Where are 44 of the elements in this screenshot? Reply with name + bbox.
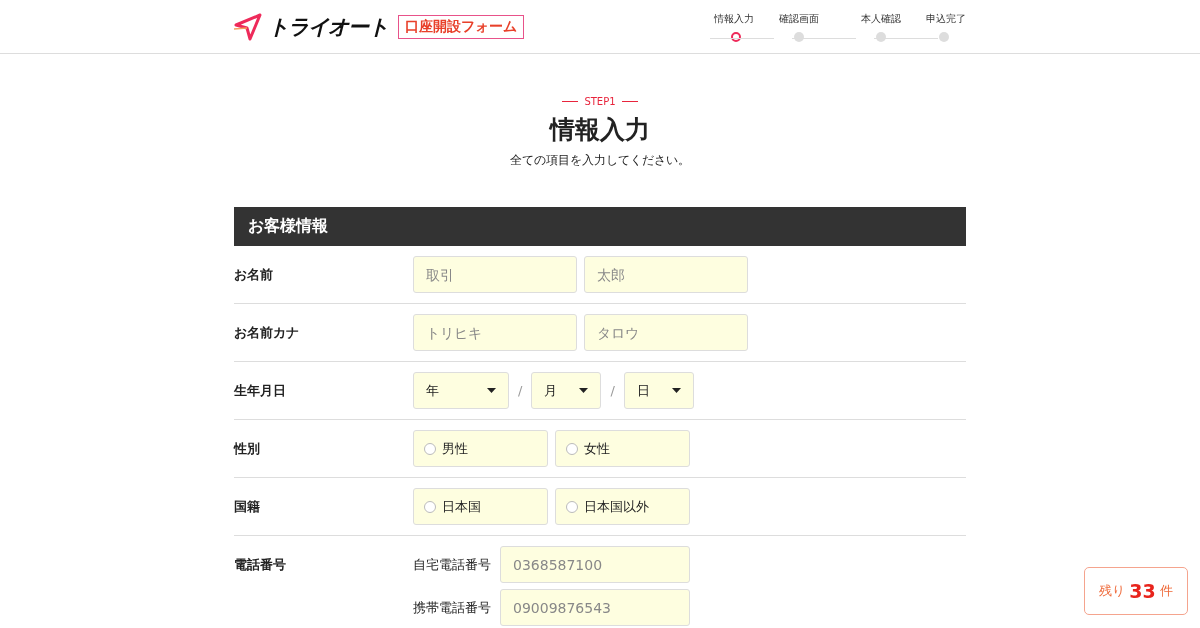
field-label: 自宅電話番号 — [413, 555, 492, 574]
phone-input-field[interactable]: 09009876543 — [500, 589, 690, 626]
caret-icon — [671, 388, 681, 393]
phone-input-field[interactable]: 0368587100 — [500, 546, 690, 583]
radio-option[interactable]: 女性 — [555, 430, 690, 467]
text-input-field[interactable]: 太郎 — [584, 256, 748, 293]
paper-plane-icon — [234, 12, 262, 41]
section-header: お客様情報 — [234, 207, 966, 246]
row-label: 性別 — [234, 440, 261, 458]
step-label: 情報入力 — [714, 11, 754, 26]
step-label: 確認画面 — [779, 11, 819, 26]
text-input-field[interactable]: トリヒキ — [413, 314, 577, 351]
radio-button[interactable] — [424, 442, 436, 455]
page-subtitle: 全ての項目を入力してください。 — [510, 152, 690, 169]
radio-button[interactable] — [424, 500, 436, 513]
step-label: 申込完了 — [926, 11, 966, 26]
radio-button[interactable] — [566, 500, 578, 513]
remaining-prefix: 残り — [1099, 582, 1126, 600]
text-input-field[interactable]: タロウ — [584, 314, 748, 351]
radio-button[interactable] — [566, 442, 578, 455]
row-label: 国籍 — [234, 498, 261, 516]
remaining-suffix: 件 — [1159, 582, 1173, 600]
caret-icon — [579, 388, 589, 393]
dropdown-select[interactable]: 年 — [413, 372, 509, 409]
caret-icon — [487, 388, 496, 393]
dropdown-select[interactable]: 日 — [623, 372, 694, 409]
remaining-count: 33 — [1129, 580, 1156, 602]
date-separator: / — [609, 383, 616, 398]
row-label: お名前カナ — [234, 324, 300, 342]
page-title: 情報入力 — [550, 114, 650, 146]
radio-option[interactable]: 男性 — [413, 430, 548, 467]
text-input-field[interactable]: 取引 — [413, 256, 577, 293]
row-label: 生年月日 — [234, 382, 287, 400]
form-badge: 口座開設フォーム — [398, 14, 524, 39]
logo-text: トライオート — [268, 13, 388, 41]
step-label: 本人確認 — [861, 11, 901, 26]
field-label: 携帯電話番号 — [413, 598, 492, 617]
dropdown-select[interactable]: 月 — [531, 372, 602, 409]
step-tag: STEP1 — [562, 96, 638, 107]
radio-option[interactable]: 日本国 — [413, 488, 548, 525]
row-label: お名前 — [234, 266, 274, 284]
date-separator: / — [517, 383, 524, 398]
row-label: 電話番号 — [234, 556, 287, 574]
radio-option[interactable]: 日本国以外 — [555, 488, 690, 525]
